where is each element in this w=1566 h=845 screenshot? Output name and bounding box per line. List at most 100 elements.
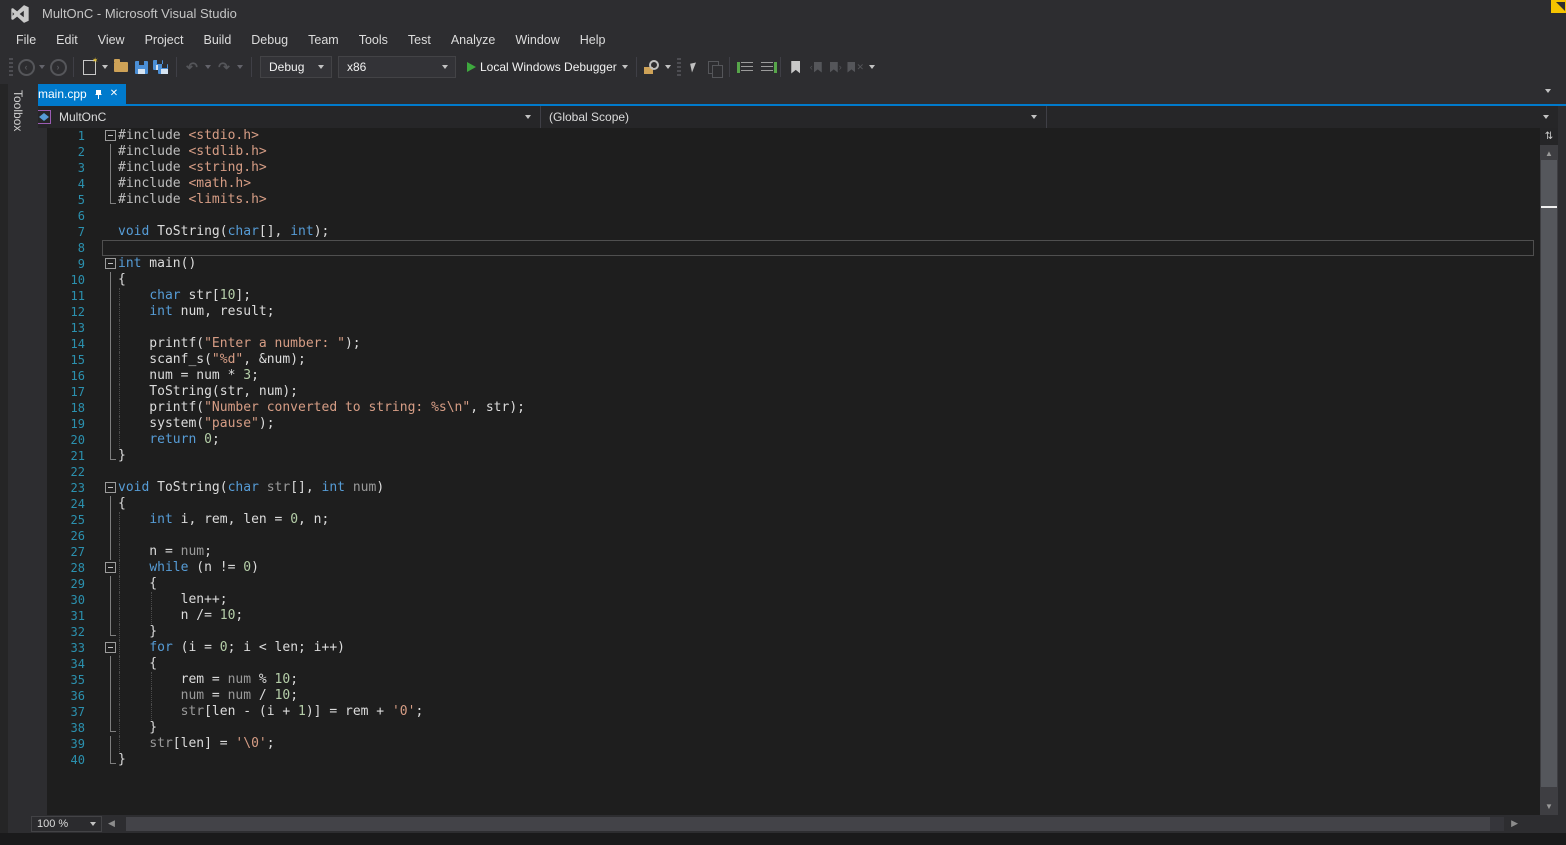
notification-icon[interactable] xyxy=(1551,0,1566,13)
code-line-34[interactable]: 34 { xyxy=(47,656,1540,672)
menu-team[interactable]: Team xyxy=(298,30,349,50)
menu-window[interactable]: Window xyxy=(505,30,569,50)
menu-analyze[interactable]: Analyze xyxy=(441,30,505,50)
menu-view[interactable]: View xyxy=(88,30,135,50)
navigate-backward-dropdown-icon[interactable] xyxy=(39,65,45,69)
code-line-1[interactable]: 1#include <stdio.h> xyxy=(47,128,1540,144)
code-line-35[interactable]: 35 rem = num % 10; xyxy=(47,672,1540,688)
vertical-scrollbar-thumb[interactable] xyxy=(1541,160,1557,787)
next-bookmark-button[interactable]: › xyxy=(826,56,846,78)
code-line-22[interactable]: 22 xyxy=(47,464,1540,480)
solution-platform-select[interactable]: x86 xyxy=(338,56,456,78)
code-line-29[interactable]: 29 { xyxy=(47,576,1540,592)
code-line-39[interactable]: 39 str[len] = '\0'; xyxy=(47,736,1540,752)
code-line-4[interactable]: 4#include <math.h> xyxy=(47,176,1540,192)
fold-toggle-icon[interactable] xyxy=(104,640,118,656)
code-line-26[interactable]: 26 xyxy=(47,528,1540,544)
code-line-14[interactable]: 14 printf("Enter a number: "); xyxy=(47,336,1540,352)
previous-bookmark-button[interactable]: ‹ xyxy=(806,56,826,78)
save-all-button[interactable] xyxy=(151,56,171,78)
close-icon[interactable]: ✕ xyxy=(110,89,118,99)
menu-file[interactable]: File xyxy=(6,30,46,50)
redo-dropdown-icon[interactable] xyxy=(237,65,243,69)
code-line-32[interactable]: 32 } xyxy=(47,624,1540,640)
vertical-scrollbar[interactable]: ⇅ ▲ ▼ xyxy=(1540,128,1558,815)
indicator-margin[interactable] xyxy=(30,128,47,815)
code-line-23[interactable]: 23void ToString(char str[], int num) xyxy=(47,480,1540,496)
menu-build[interactable]: Build xyxy=(193,30,241,50)
code-line-25[interactable]: 25 int i, rem, len = 0, n; xyxy=(47,512,1540,528)
code-line-7[interactable]: 7void ToString(char[], int); xyxy=(47,224,1540,240)
horizontal-scrollbar-track[interactable] xyxy=(126,817,1504,831)
code-editor[interactable]: 1#include <stdio.h>2#include <stdlib.h>3… xyxy=(30,128,1540,815)
code-line-24[interactable]: 24{ xyxy=(47,496,1540,512)
code-line-15[interactable]: 15 scanf_s("%d", &num); xyxy=(47,352,1540,368)
menu-help[interactable]: Help xyxy=(570,30,616,50)
document-list-dropdown-icon[interactable] xyxy=(1545,89,1551,93)
scope-dropdown[interactable]: (Global Scope) xyxy=(541,106,1047,128)
member-dropdown[interactable] xyxy=(1047,106,1558,128)
code-line-20[interactable]: 20 return 0; xyxy=(47,432,1540,448)
scroll-left-icon[interactable]: ◀ xyxy=(108,818,115,829)
code-line-2[interactable]: 2#include <stdlib.h> xyxy=(47,144,1540,160)
code-line-33[interactable]: 33 for (i = 0; i < len; i++) xyxy=(47,640,1540,656)
find-in-files-button[interactable] xyxy=(642,56,662,78)
uncomment-lines-button[interactable] xyxy=(755,56,775,78)
toolbar-grip[interactable] xyxy=(9,58,13,76)
fold-toggle-icon[interactable] xyxy=(104,256,118,272)
menu-debug[interactable]: Debug xyxy=(241,30,298,50)
comment-lines-button[interactable] xyxy=(735,56,755,78)
undo-button[interactable]: ↶ xyxy=(182,56,202,78)
code-line-21[interactable]: 21} xyxy=(47,448,1540,464)
pin-icon[interactable] xyxy=(94,89,103,100)
fold-toggle-icon[interactable] xyxy=(104,128,118,144)
code-line-10[interactable]: 10{ xyxy=(47,272,1540,288)
horizontal-scrollbar-thumb[interactable] xyxy=(126,817,1490,831)
new-item-button[interactable] xyxy=(79,56,99,78)
code-line-12[interactable]: 12 int num, result; xyxy=(47,304,1540,320)
code-line-30[interactable]: 30 len++; xyxy=(47,592,1540,608)
zoom-select[interactable]: 100 % xyxy=(31,816,102,832)
code-line-28[interactable]: 28 while (n != 0) xyxy=(47,560,1540,576)
toolbar-options-dropdown-icon[interactable] xyxy=(869,65,875,69)
code-line-37[interactable]: 37 str[len - (i + 1)] = rem + '0'; xyxy=(47,704,1540,720)
fold-toggle-icon[interactable] xyxy=(104,480,118,496)
code-line-13[interactable]: 13 xyxy=(47,320,1540,336)
scroll-down-icon[interactable]: ▼ xyxy=(1540,799,1558,813)
code-line-11[interactable]: 11 char str[10]; xyxy=(47,288,1540,304)
code-line-27[interactable]: 27 n = num; xyxy=(47,544,1540,560)
start-debugging-button[interactable]: Local Windows Debugger xyxy=(480,60,617,74)
undo-dropdown-icon[interactable] xyxy=(205,65,211,69)
code-line-6[interactable]: 6 xyxy=(47,208,1540,224)
navigate-forward-button[interactable]: › xyxy=(48,56,68,78)
toggle-bookmark-button[interactable] xyxy=(786,56,806,78)
code-line-3[interactable]: 3#include <string.h> xyxy=(47,160,1540,176)
code-line-9[interactable]: 9int main() xyxy=(47,256,1540,272)
code-line-40[interactable]: 40} xyxy=(47,752,1540,768)
code-line-36[interactable]: 36 num = num / 10; xyxy=(47,688,1540,704)
navigate-backward-button[interactable]: ‹ xyxy=(16,56,36,78)
code-line-18[interactable]: 18 printf("Number converted to string: %… xyxy=(47,400,1540,416)
menu-test[interactable]: Test xyxy=(398,30,441,50)
clear-bookmarks-button[interactable]: ✕ xyxy=(846,56,866,78)
member-list-button[interactable] xyxy=(684,56,704,78)
toolbar-grip[interactable] xyxy=(677,58,681,76)
project-dropdown[interactable]: MultOnC xyxy=(30,106,541,128)
menu-project[interactable]: Project xyxy=(135,30,194,50)
redo-button[interactable]: ↷ xyxy=(214,56,234,78)
open-file-button[interactable] xyxy=(111,56,131,78)
code-line-38[interactable]: 38 } xyxy=(47,720,1540,736)
splitter-handle-icon[interactable]: ⇅ xyxy=(1540,128,1558,145)
code-line-5[interactable]: 5#include <limits.h> xyxy=(47,192,1540,208)
solution-configuration-select[interactable]: Debug xyxy=(260,56,332,78)
parameter-info-button[interactable] xyxy=(704,56,724,78)
code-line-31[interactable]: 31 n /= 10; xyxy=(47,608,1540,624)
toolbox-tab[interactable]: Toolbox xyxy=(11,90,25,131)
menu-tools[interactable]: Tools xyxy=(349,30,398,50)
code-line-8[interactable]: 8 xyxy=(47,240,1540,256)
fold-toggle-icon[interactable] xyxy=(104,560,118,576)
save-button[interactable] xyxy=(131,56,151,78)
code-line-16[interactable]: 16 num = num * 3; xyxy=(47,368,1540,384)
menu-edit[interactable]: Edit xyxy=(46,30,88,50)
code-line-17[interactable]: 17 ToString(str, num); xyxy=(47,384,1540,400)
